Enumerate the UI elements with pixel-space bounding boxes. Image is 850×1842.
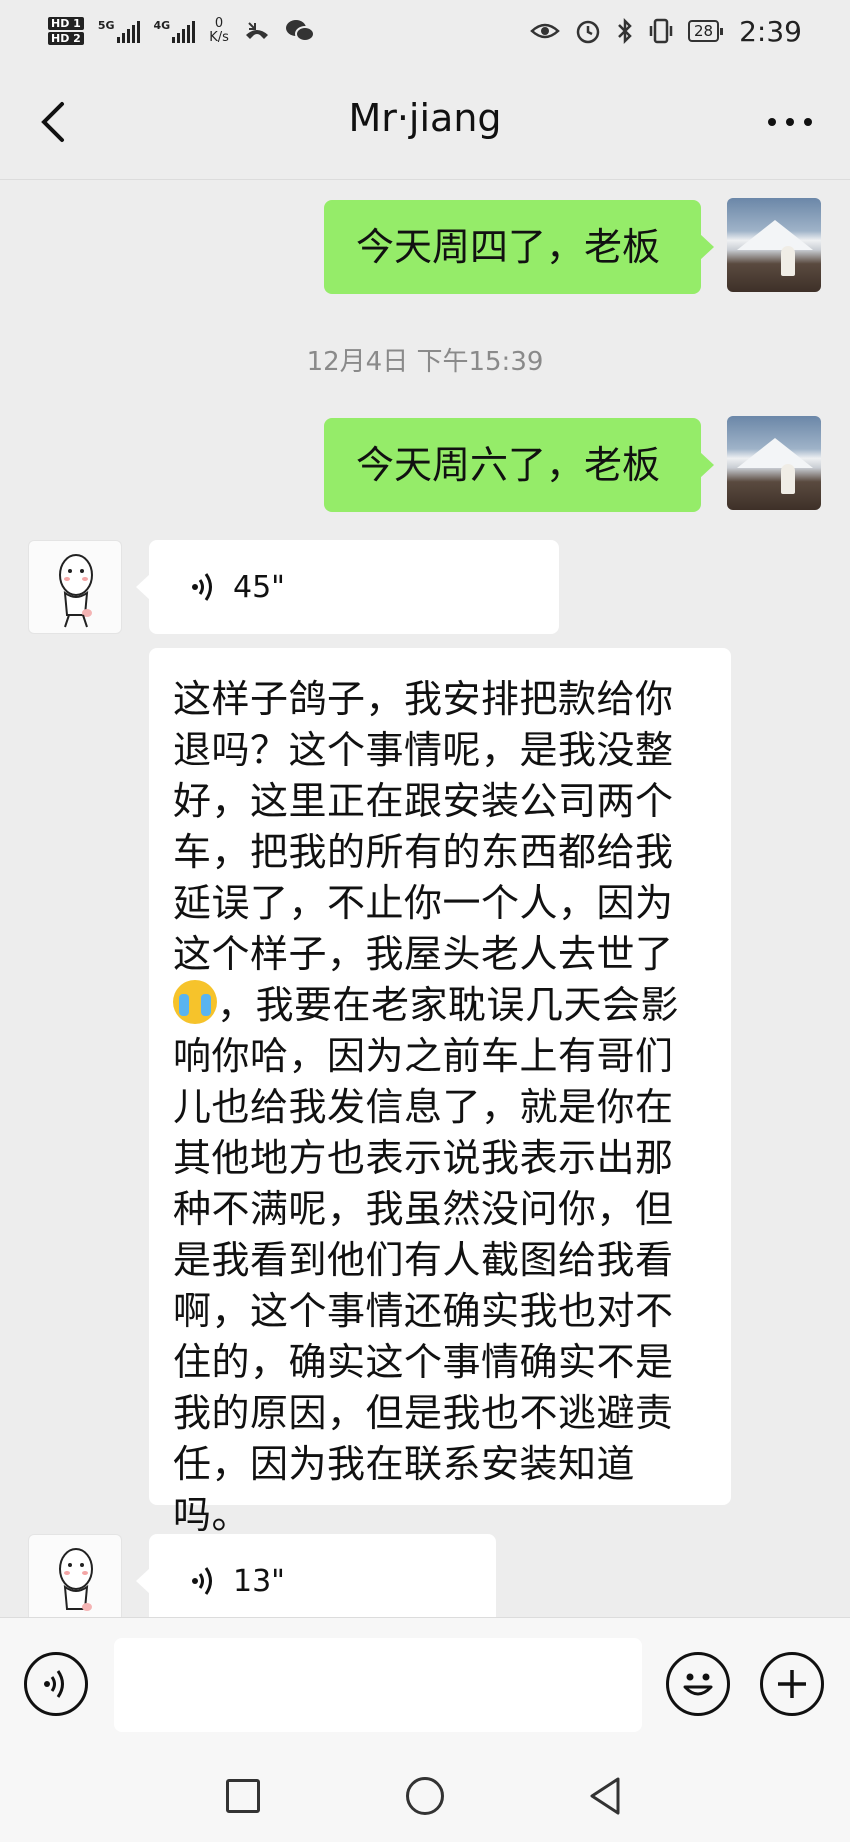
message-text: 今天周六了，老板 bbox=[356, 443, 661, 487]
message-line: 车，把我的所有的东西都给我 bbox=[173, 830, 674, 874]
status-left: HD 1 HD 2 5G 4G 0 K/s bbox=[48, 16, 315, 46]
circle-icon[interactable] bbox=[406, 1777, 444, 1815]
emoji-button[interactable] bbox=[666, 1652, 730, 1716]
message-timestamp: 12月4日 下午15:39 bbox=[306, 347, 544, 377]
input-bar bbox=[0, 1617, 850, 1753]
plus-button[interactable] bbox=[760, 1652, 824, 1716]
message-line: 啊，这个事情还确实我也对不 bbox=[173, 1289, 674, 1333]
chat-header: Mr·jiang bbox=[0, 62, 850, 180]
more-dots-icon[interactable] bbox=[768, 118, 812, 126]
eye-icon bbox=[530, 23, 560, 39]
hd-indicator: HD 1 HD 2 bbox=[48, 16, 84, 46]
voice-wave-icon bbox=[192, 573, 212, 601]
voice-wave-icon bbox=[192, 1567, 212, 1595]
bluetooth-icon bbox=[618, 17, 632, 45]
message-line: 种不满呢，我虽然没问你，但 bbox=[173, 1187, 674, 1231]
message-line: 其他地方也表示说我表示出那 bbox=[173, 1136, 674, 1180]
sticker-figure-icon bbox=[59, 1548, 93, 1611]
message-text: 今天周四了，老板 bbox=[356, 225, 661, 269]
message-line: 退吗？这个事情呢，是我没整 bbox=[173, 728, 674, 772]
speed-value: 0 bbox=[214, 16, 224, 31]
message-text: 这样子鸽子，我安排把款给你 退吗？这个事情呢，是我没整 好，这里正在跟安装公司两… bbox=[149, 648, 731, 1563]
speed-unit: K/s bbox=[209, 30, 229, 45]
voice-input-icon bbox=[44, 1670, 64, 1698]
message-line: 任，因为我在联系安装知道吗。 bbox=[173, 1442, 636, 1537]
crying-emoji-icon bbox=[173, 980, 217, 1024]
sticker-figure-icon bbox=[59, 554, 93, 628]
message-line: 儿也给我发信息了，就是你在 bbox=[173, 1085, 674, 1129]
missed-call-icon bbox=[245, 22, 268, 39]
voice-message-bubble[interactable]: 45" bbox=[136, 540, 559, 634]
status-bar: HD 1 HD 2 5G 4G 0 K/s 28 2:39 bbox=[0, 0, 850, 62]
message-line: 好，这里正在跟安装公司两个 bbox=[173, 779, 674, 823]
message-line-with-emoji: ，我要在老家耽误几天会影 bbox=[173, 980, 707, 1031]
clock-time: 2:39 bbox=[739, 14, 802, 48]
signal-5g-icon: 5G bbox=[98, 19, 140, 43]
my-avatar[interactable] bbox=[727, 416, 821, 510]
voice-duration: 13" bbox=[233, 1563, 285, 1599]
text-message-bubble[interactable]: 这样子鸽子，我安排把款给你 退吗？这个事情呢，是我没整 好，这里正在跟安装公司两… bbox=[149, 648, 731, 1537]
my-avatar[interactable] bbox=[727, 198, 821, 292]
message-line: 延误了，不止你一个人，因为 bbox=[173, 881, 674, 925]
alarm-icon bbox=[576, 20, 600, 44]
net1-label: 5G bbox=[97, 19, 115, 32]
plus-icon bbox=[778, 1670, 806, 1698]
smiley-icon bbox=[683, 1673, 713, 1696]
message-line: 住的，确实这个事情确实不是 bbox=[173, 1340, 674, 1384]
voice-input-button[interactable] bbox=[24, 1652, 88, 1716]
contact-avatar[interactable] bbox=[28, 1534, 122, 1617]
message-line: 这样子鸽子，我安排把款给你 bbox=[173, 677, 674, 721]
message-list[interactable]: 今天周四了，老板 12月4日 下午15:39 今天周六了，老板 45" 这样子鸽… bbox=[0, 181, 850, 1617]
voice-message-bubble[interactable]: 13" bbox=[136, 1534, 496, 1617]
message-line: 是我看到他们有人截图给我看 bbox=[173, 1238, 674, 1282]
message-line: 响你哈，因为之前车上有哥们 bbox=[173, 1034, 674, 1078]
wechat-icon bbox=[285, 20, 315, 42]
chat-title: Mr·jiang bbox=[348, 96, 502, 140]
my-message-bubble[interactable]: 今天周四了，老板 bbox=[324, 200, 714, 294]
triangle-back-icon[interactable] bbox=[586, 1775, 626, 1817]
vibrate-icon bbox=[649, 18, 673, 44]
square-icon[interactable] bbox=[226, 1779, 260, 1813]
my-message-bubble[interactable]: 今天周六了，老板 bbox=[324, 418, 714, 512]
hd1-label: HD 1 bbox=[48, 17, 84, 30]
battery-icon: 28 bbox=[688, 20, 724, 42]
message-line: ，我要在老家耽误几天会影 bbox=[217, 983, 680, 1027]
voice-duration: 45" bbox=[233, 569, 285, 605]
hd2-label: HD 2 bbox=[48, 32, 84, 45]
status-right: 28 2:39 bbox=[530, 15, 802, 48]
net2-label: 4G bbox=[153, 19, 171, 32]
message-line: 我的原因，但是我也不逃避责 bbox=[173, 1391, 674, 1435]
contact-avatar[interactable] bbox=[28, 540, 122, 634]
system-navigation-bar bbox=[0, 1753, 850, 1842]
message-input[interactable] bbox=[114, 1638, 642, 1732]
message-line: 这个样子，我屋头老人去世了 bbox=[173, 932, 674, 976]
network-speed: 0 K/s bbox=[209, 17, 229, 45]
signal-4g-icon: 4G bbox=[154, 19, 196, 43]
